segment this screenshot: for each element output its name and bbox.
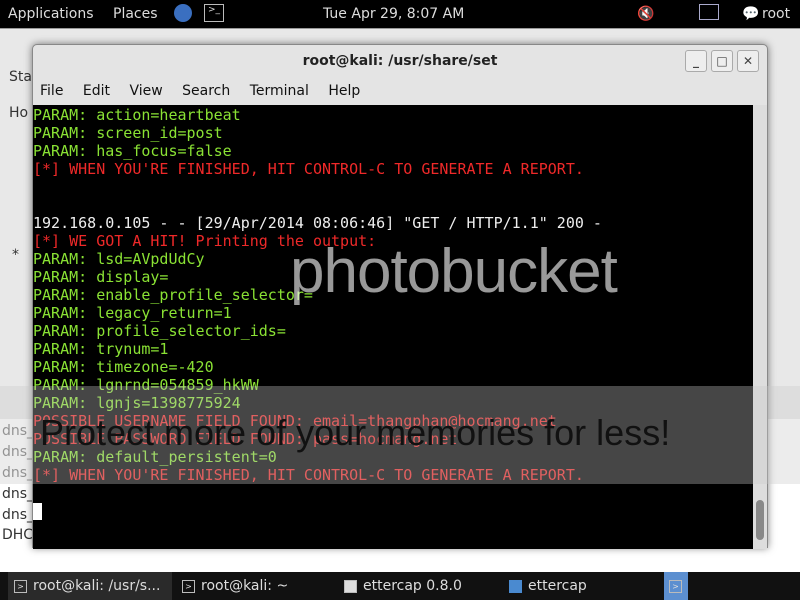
volume-muted-icon[interactable]: 🔇 — [637, 6, 654, 22]
bg-log-line: DHC — [2, 527, 34, 543]
network-icon[interactable] — [699, 4, 719, 20]
menu-terminal[interactable]: Terminal — [250, 83, 309, 99]
terminal-line: PARAM: action=heartbeat — [33, 106, 241, 124]
maximize-button[interactable]: □ — [711, 50, 733, 72]
folder-icon — [509, 579, 522, 593]
banner-text: Protect more of your memories for less! — [40, 412, 671, 453]
window-title: root@kali: /usr/share/set — [302, 53, 498, 69]
terminal-cursor — [33, 503, 42, 520]
task-terminal-set[interactable]: > root@kali: /usr/s... — [8, 572, 172, 600]
terminal-line: [*] WHEN YOU'RE FINISHED, HIT CONTROL-C … — [33, 160, 584, 178]
minimize-button[interactable]: _ — [685, 50, 707, 72]
taskbar: > root@kali: /usr/s... > root@kali: ~ ette… — [0, 572, 800, 600]
terminal-line: 192.168.0.105 - - [29/Apr/2014 08:06:46]… — [33, 214, 602, 232]
chat-icon[interactable]: 💬 — [742, 6, 759, 22]
task-label: ettercap 0.8.0 — [363, 578, 462, 594]
top-panel: Applications Places >_ Tue Apr 29, 8:07 … — [0, 0, 800, 28]
terminal-line: PARAM: profile_selector_ids= — [33, 322, 286, 340]
applications-menu[interactable]: Applications — [8, 6, 94, 22]
clock[interactable]: Tue Apr 29, 8:07 AM — [323, 6, 464, 22]
terminal-icon: > — [182, 579, 195, 593]
task-terminal-home[interactable]: > root@kali: ~ — [176, 572, 288, 600]
bg-star: * — [12, 247, 19, 263]
bg-tab-start[interactable]: Sta — [9, 69, 32, 85]
scrollbar-thumb[interactable] — [756, 500, 764, 540]
task-label: root@kali: /usr/s... — [33, 578, 161, 594]
bg-tab-host[interactable]: Ho — [9, 105, 28, 121]
menu-edit[interactable]: Edit — [83, 83, 110, 99]
user-menu[interactable]: root — [762, 6, 790, 22]
browser-icon[interactable] — [174, 4, 192, 22]
terminal-launcher-icon[interactable]: >_ — [204, 4, 224, 22]
bg-log-line: dns_ — [2, 486, 35, 502]
menu-file[interactable]: File — [40, 83, 63, 99]
task-ettercap-window[interactable]: ettercap 0.8.0 — [338, 572, 462, 600]
close-button[interactable]: ✕ — [737, 50, 759, 72]
menu-view[interactable]: View — [129, 83, 162, 99]
task-ettercap-folder[interactable]: ettercap — [503, 572, 587, 600]
places-menu[interactable]: Places — [113, 6, 158, 22]
watermark-banner: Protect more of your memories for less! — [0, 386, 800, 484]
window-icon — [344, 579, 357, 593]
bg-log-line: dns_ — [2, 507, 35, 523]
workspace-switcher[interactable]: > — [664, 572, 688, 600]
menu-help[interactable]: Help — [328, 83, 360, 99]
terminal-line: PARAM: has_focus=false — [33, 142, 232, 160]
terminal-icon: > — [669, 579, 682, 593]
task-label: ettercap — [528, 578, 587, 594]
terminal-line: PARAM: trynum=1 — [33, 340, 169, 358]
terminal-line: PARAM: timezone=-420 — [33, 358, 214, 376]
terminal-icon: > — [14, 579, 27, 593]
photobucket-watermark: photobucket — [290, 237, 618, 306]
title-bar[interactable]: root@kali: /usr/share/set _ □ ✕ — [33, 45, 767, 78]
task-label: root@kali: ~ — [201, 578, 289, 594]
menu-bar: File Edit View Search Terminal Help — [33, 78, 767, 105]
terminal-line: PARAM: screen_id=post — [33, 124, 223, 142]
menu-search[interactable]: Search — [182, 83, 230, 99]
